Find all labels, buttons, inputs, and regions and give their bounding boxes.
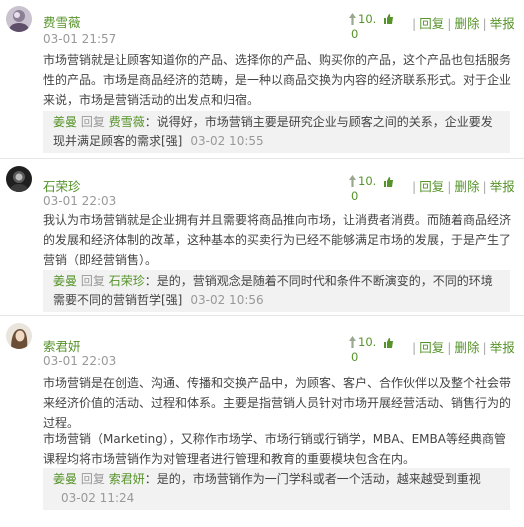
separator: | xyxy=(482,16,487,31)
reply-text: ：是的，市场营销作为一门学科或者一个活动，越来越受到重视 xyxy=(144,472,481,486)
reply-link[interactable]: 回复 xyxy=(419,16,444,31)
avatar[interactable] xyxy=(6,6,32,32)
reply-author[interactable]: 姜曼 xyxy=(53,274,77,288)
separator: | xyxy=(412,16,417,31)
vote-value-line1: 10. xyxy=(358,12,377,26)
comment-item: 索君妍 03-01 22:03 10. 0 | 回复 | 删除 | 举报 市场营销是在创造… xyxy=(0,317,524,527)
comment-body-second-paragraph: 市场营销（Marketing），又称作市场学、市场行销或行销学，MBA、EMBA… xyxy=(43,432,506,466)
delete-link[interactable]: 删除 xyxy=(454,179,479,194)
separator: | xyxy=(412,179,417,194)
post-date: 03-01 22:03 xyxy=(43,194,117,208)
avatar-image xyxy=(6,6,32,32)
vote-value-line2: 0 xyxy=(351,27,359,41)
reply-label: 回复 xyxy=(80,115,105,129)
reply-author[interactable]: 姜曼 xyxy=(53,115,77,129)
sub-reply: 姜曼 回复 石荣珍：是的，营销观念是随着不同时代和条件不断演变的，不同的环境需要… xyxy=(43,270,510,312)
report-link[interactable]: 举报 xyxy=(490,340,515,355)
author-name[interactable]: 费雪薇 xyxy=(43,12,81,31)
comment-actions: | 回复 | 删除 | 举报 xyxy=(409,176,515,195)
reply-link[interactable]: 回复 xyxy=(419,340,444,355)
reply-target[interactable]: 费雪薇 xyxy=(109,115,145,129)
author-name[interactable]: 石荣珍 xyxy=(43,176,81,195)
separator: | xyxy=(482,179,487,194)
comment-actions: | 回复 | 删除 | 举报 xyxy=(409,13,515,32)
comment-body: 市场营销是在创造、沟通、传播和交换产品中，为顾客、客户、合作伙伴以及整个社会带来… xyxy=(43,376,512,430)
sub-reply: 姜曼 回复 费雪薇：说得好，市场营销主要是研究企业与顾客之间的关系，企业要发现并… xyxy=(43,111,510,153)
vote-value-line1: 10. xyxy=(358,335,377,349)
reply-target[interactable]: 石荣珍 xyxy=(109,274,145,288)
vote-value-line2: 0 xyxy=(351,189,359,203)
thumbs-up-icon[interactable] xyxy=(384,337,393,348)
comment-body: 市场营销就是让顾客知道你的产品、选择你的产品、购买你的产品，这个产品也包括服务性… xyxy=(43,53,512,107)
separator: | xyxy=(447,16,452,31)
reply-time: 03-02 11:24 xyxy=(61,491,135,505)
vote-value-line1: 10. xyxy=(358,174,377,188)
reply-time: 03-02 10:56 xyxy=(190,293,264,307)
vote-value-line2: 0 xyxy=(351,350,359,364)
reply-time: 03-02 10:55 xyxy=(190,134,264,148)
author-name[interactable]: 索君妍 xyxy=(43,336,81,355)
avatar-image xyxy=(6,166,32,192)
avatar[interactable] xyxy=(6,166,32,192)
post-date: 03-01 22:03 xyxy=(43,354,117,368)
separator: | xyxy=(447,340,452,355)
reply-target[interactable]: 索君妍 xyxy=(109,472,145,486)
separator: | xyxy=(412,340,417,355)
delete-link[interactable]: 删除 xyxy=(454,16,479,31)
avatar-image xyxy=(6,323,32,349)
report-link[interactable]: 举报 xyxy=(490,16,515,31)
reply-label: 回复 xyxy=(80,472,105,486)
comment-actions: | 回复 | 删除 | 举报 xyxy=(409,337,515,356)
reply-label: 回复 xyxy=(80,274,105,288)
separator: | xyxy=(447,179,452,194)
thumbs-up-icon[interactable] xyxy=(384,176,393,187)
post-date: 03-01 21:57 xyxy=(43,32,117,46)
reply-author[interactable]: 姜曼 xyxy=(53,472,77,486)
avatar[interactable] xyxy=(6,323,32,349)
sub-reply: 姜曼 回复 索君妍：是的，市场营销作为一门学科或者一个活动，越来越受到重视 03-… xyxy=(43,468,510,510)
delete-link[interactable]: 删除 xyxy=(454,340,479,355)
comment-body: 我认为市场营销就是企业拥有并且需要将商品推向市场，让消费者消费。而随着商品经济的… xyxy=(43,213,512,267)
thumbs-up-icon[interactable] xyxy=(384,13,393,24)
reply-link[interactable]: 回复 xyxy=(419,179,444,194)
comment-item: 石荣珍 03-01 22:03 10. 0 | 回复 | 删除 | 举报 我认为市场营销就… xyxy=(0,160,524,316)
report-link[interactable]: 举报 xyxy=(490,179,515,194)
comment-item: 费雪薇 03-01 21:57 10. 0 | 回复 | 删除 | 举报 市场营销就是让顾… xyxy=(0,0,524,159)
separator: | xyxy=(482,340,487,355)
